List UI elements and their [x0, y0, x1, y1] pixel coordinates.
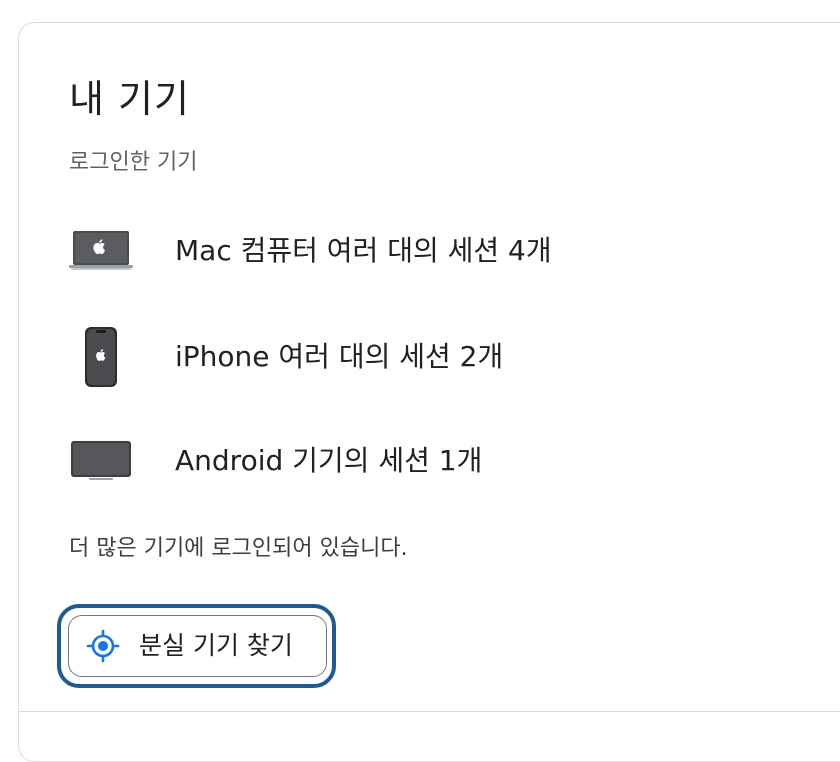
locate-icon — [85, 628, 121, 664]
device-label: Mac 컴퓨터 여러 대의 세션 4개 — [175, 234, 552, 267]
device-row-iphone[interactable]: iPhone 여러 대의 세션 2개 — [69, 327, 809, 387]
page-title: 내 기기 — [69, 77, 190, 121]
device-row-mac[interactable]: Mac 컴퓨터 여러 대의 세션 4개 — [69, 221, 809, 281]
device-label: iPhone 여러 대의 세션 2개 — [175, 340, 504, 373]
more-devices-text: 더 많은 기기에 로그인되어 있습니다. — [69, 536, 408, 561]
macbook-icon — [69, 221, 133, 281]
card-divider — [19, 711, 840, 712]
find-lost-device-button[interactable]: 분실 기기 찾기 — [68, 615, 327, 677]
find-lost-device-label: 분실 기기 찾기 — [139, 631, 293, 660]
android-tablet-icon — [69, 431, 133, 491]
my-devices-card: 내 기기 로그인한 기기 Mac 컴퓨터 여러 대의 세션 4개 iPhone … — [18, 22, 840, 762]
section-subtitle: 로그인한 기기 — [69, 150, 198, 175]
iphone-icon — [69, 327, 133, 387]
device-label: Android 기기의 세션 1개 — [175, 444, 483, 477]
device-row-android[interactable]: Android 기기의 세션 1개 — [69, 431, 809, 491]
